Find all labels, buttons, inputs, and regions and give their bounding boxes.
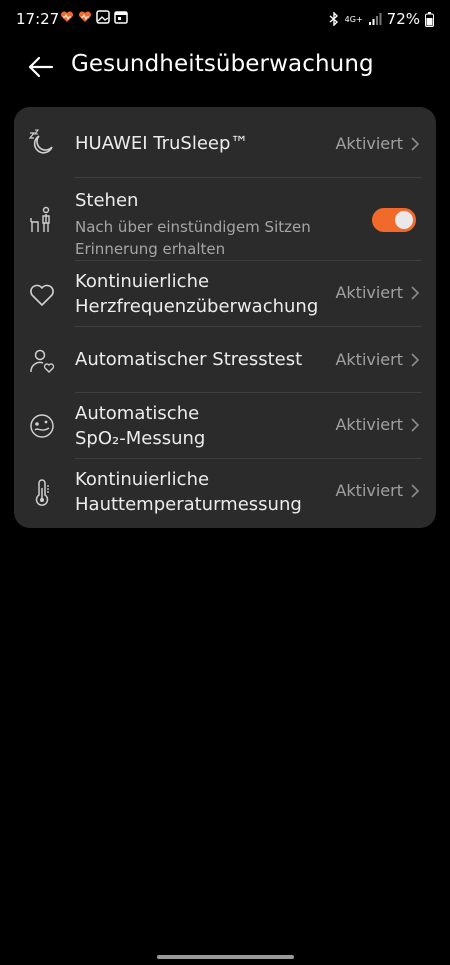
trusleep-status: Aktiviert	[335, 134, 403, 153]
health-app-icon-2	[78, 11, 92, 22]
chevron-right-icon	[411, 484, 420, 498]
heart-icon	[30, 284, 54, 306]
notification-icons	[60, 10, 128, 24]
skin-temperature-row[interactable]: Kontinuierliche Hauttemperaturmessung Ak…	[14, 459, 436, 525]
spo2-title-line1: Automatische	[75, 403, 200, 424]
stress-test-status: Aktiviert	[335, 350, 403, 369]
standing-subtitle-line2: Erinnerung erhalten	[75, 240, 226, 258]
spo2-row[interactable]: Automatische SpO₂-Messung Aktiviert	[14, 393, 436, 458]
bluetooth-icon	[329, 12, 338, 26]
health-app-icon	[60, 11, 74, 22]
system-icons: 4G+ 72%	[328, 10, 434, 28]
chevron-right-icon	[411, 418, 420, 432]
stress-test-title: Automatischer Stresstest	[75, 349, 303, 370]
signal-icon	[368, 13, 382, 25]
standing-person-icon	[30, 206, 50, 232]
spo2-icon	[30, 414, 54, 438]
skin-temperature-title-line2: Hauttemperaturmessung	[75, 494, 302, 515]
settings-card: HUAWEI TruSleep™ Aktiviert Stehen Nach ü…	[14, 107, 436, 528]
chevron-right-icon	[411, 286, 420, 300]
trusleep-title: HUAWEI TruSleep™	[75, 133, 249, 154]
heart-rate-title-line1: Kontinuierliche	[75, 271, 210, 292]
status-time: 17:27	[16, 10, 60, 28]
sleep-icon	[28, 129, 53, 154]
trusleep-row[interactable]: HUAWEI TruSleep™ Aktiviert	[14, 107, 436, 177]
gallery-icon	[96, 10, 110, 24]
standing-row: Stehen Nach über einstündigem Sitzen Eri…	[14, 178, 436, 261]
heart-rate-title-line2: Herzfrequenzüberwachung	[75, 296, 319, 317]
spo2-status: Aktiviert	[335, 415, 403, 434]
spo2-title-line2: SpO₂-Messung	[75, 428, 206, 449]
chevron-right-icon	[411, 353, 420, 367]
skin-temperature-status: Aktiviert	[335, 481, 403, 500]
battery-icon	[425, 11, 434, 27]
heart-rate-status: Aktiviert	[335, 283, 403, 302]
chevron-right-icon	[411, 137, 420, 151]
status-bar: 17:27 4G+ 72%	[0, 0, 450, 38]
calendar-icon	[114, 11, 128, 24]
battery-percent: 72%	[386, 10, 420, 28]
thermometer-icon	[35, 479, 49, 506]
toggle-knob	[395, 211, 413, 229]
standing-reminder-toggle[interactable]	[372, 208, 416, 232]
skin-temperature-title-line1: Kontinuierliche	[75, 469, 210, 490]
app-header: Gesundheitsüberwachung	[0, 44, 450, 88]
stress-person-icon	[30, 349, 55, 373]
home-indicator[interactable]	[157, 955, 294, 959]
stress-test-row[interactable]: Automatischer Stresstest Aktiviert	[14, 327, 436, 393]
heart-rate-row[interactable]: Kontinuierliche Herzfrequenzüberwachung …	[14, 261, 436, 326]
standing-subtitle-line1: Nach über einstündigem Sitzen	[75, 218, 311, 236]
standing-title: Stehen	[75, 190, 139, 211]
network-type: 4G+	[344, 14, 363, 24]
page-title: Gesundheitsüberwachung	[71, 51, 374, 77]
back-arrow-icon[interactable]	[26, 52, 56, 82]
